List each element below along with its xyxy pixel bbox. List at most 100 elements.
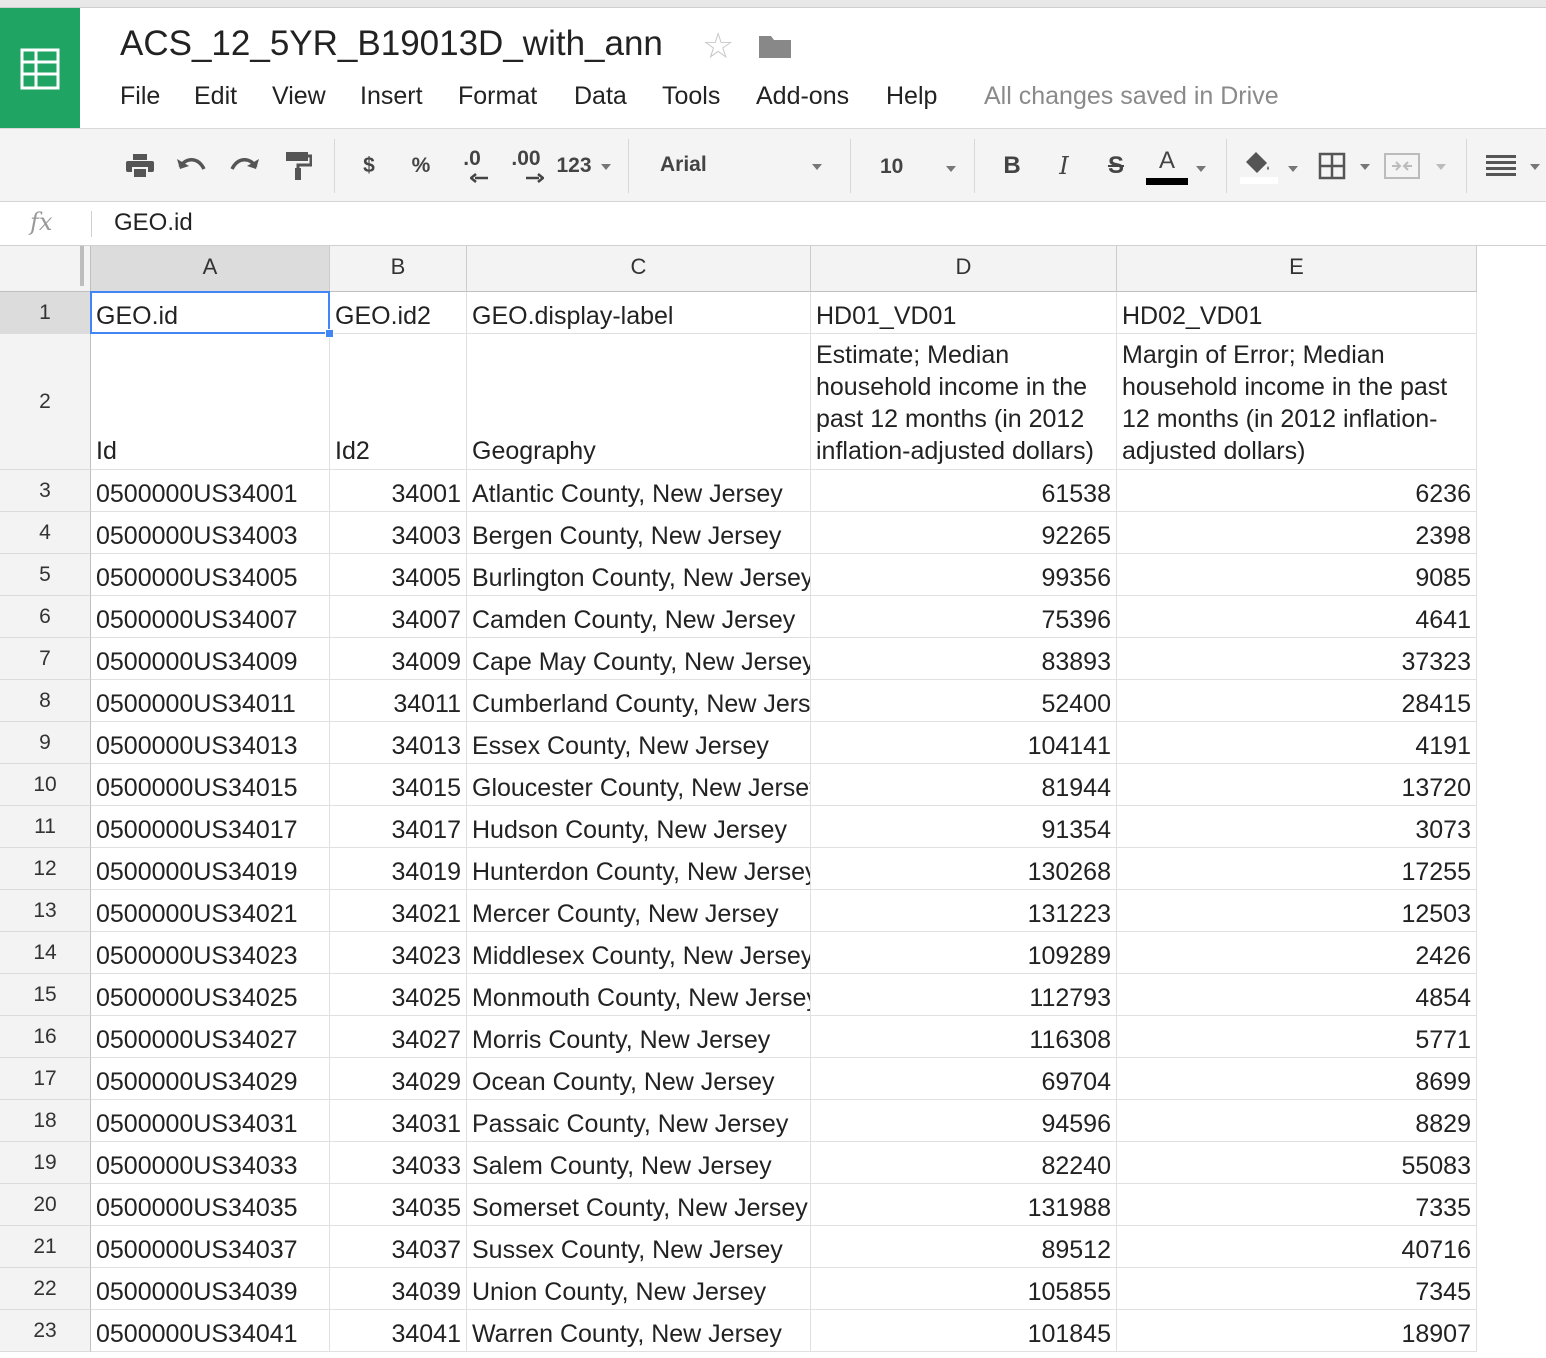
cell-c13[interactable]: Mercer County, New Jersey [467, 890, 811, 932]
cell-b20[interactable]: 34035 [330, 1184, 467, 1226]
cell-a7[interactable]: 0500000US34009 [91, 638, 330, 680]
row-header[interactable]: 6 [0, 596, 91, 638]
borders-button[interactable] [1316, 147, 1348, 185]
cell-c19[interactable]: Salem County, New Jersey [467, 1142, 811, 1184]
decrease-decimal-button[interactable]: .0 [452, 147, 492, 185]
cell-a23[interactable]: 0500000US34041 [91, 1310, 330, 1352]
cell-b9[interactable]: 34013 [330, 722, 467, 764]
bold-button[interactable]: B [996, 147, 1028, 185]
cell-b7[interactable]: 34009 [330, 638, 467, 680]
cell-c22[interactable]: Union County, New Jersey [467, 1268, 811, 1310]
cell-d20[interactable]: 131988 [811, 1184, 1117, 1226]
menu-format[interactable]: Format [458, 82, 537, 111]
select-all-corner[interactable] [0, 246, 91, 292]
menu-help[interactable]: Help [886, 82, 937, 111]
cell-b13[interactable]: 34021 [330, 890, 467, 932]
cell-d8[interactable]: 52400 [811, 680, 1117, 722]
cell-e16[interactable]: 5771 [1117, 1016, 1477, 1058]
cell-d21[interactable]: 89512 [811, 1226, 1117, 1268]
folder-icon[interactable] [758, 33, 792, 64]
cell-e7[interactable]: 37323 [1117, 638, 1477, 680]
cell-a9[interactable]: 0500000US34013 [91, 722, 330, 764]
cell-c17[interactable]: Ocean County, New Jersey [467, 1058, 811, 1100]
cell-d5[interactable]: 99356 [811, 554, 1117, 596]
row-header[interactable]: 11 [0, 806, 91, 848]
cell-e8[interactable]: 28415 [1117, 680, 1477, 722]
column-header-e[interactable]: E [1117, 246, 1477, 292]
cell-e4[interactable]: 2398 [1117, 512, 1477, 554]
fill-color-button[interactable] [1238, 147, 1280, 185]
print-button[interactable] [120, 147, 160, 185]
cell-e23[interactable]: 18907 [1117, 1310, 1477, 1352]
cell-e10[interactable]: 13720 [1117, 764, 1477, 806]
column-header-d[interactable]: D [811, 246, 1117, 292]
row-header[interactable]: 22 [0, 1268, 91, 1310]
cell-e6[interactable]: 4641 [1117, 596, 1477, 638]
cell-b12[interactable]: 34019 [330, 848, 467, 890]
strikethrough-button[interactable]: S [1100, 147, 1132, 185]
cell-a13[interactable]: 0500000US34021 [91, 890, 330, 932]
menu-insert[interactable]: Insert [360, 82, 423, 111]
star-icon[interactable]: ☆ [702, 28, 734, 64]
cell-c12[interactable]: Hunterdon County, New Jersey [467, 848, 811, 890]
cell-c8[interactable]: Cumberland County, New Jersey [467, 680, 811, 722]
cell-a4[interactable]: 0500000US34003 [91, 512, 330, 554]
row-header[interactable]: 15 [0, 974, 91, 1016]
cell-a5[interactable]: 0500000US34005 [91, 554, 330, 596]
horizontal-align-button[interactable] [1484, 147, 1518, 185]
cell-b14[interactable]: 34023 [330, 932, 467, 974]
font-size-select[interactable]: 10 [880, 155, 903, 179]
cell-c18[interactable]: Passaic County, New Jersey [467, 1100, 811, 1142]
cell-d19[interactable]: 82240 [811, 1142, 1117, 1184]
cell-e12[interactable]: 17255 [1117, 848, 1477, 890]
cell-e22[interactable]: 7345 [1117, 1268, 1477, 1310]
cell-b3[interactable]: 34001 [330, 470, 467, 512]
cell-d13[interactable]: 131223 [811, 890, 1117, 932]
cell-c2[interactable]: Geography [467, 334, 811, 470]
cell-a3[interactable]: 0500000US34001 [91, 470, 330, 512]
cell-b19[interactable]: 34033 [330, 1142, 467, 1184]
row-header[interactable]: 21 [0, 1226, 91, 1268]
cell-a12[interactable]: 0500000US34019 [91, 848, 330, 890]
cell-d9[interactable]: 104141 [811, 722, 1117, 764]
cell-d18[interactable]: 94596 [811, 1100, 1117, 1142]
cell-d10[interactable]: 81944 [811, 764, 1117, 806]
cell-c16[interactable]: Morris County, New Jersey [467, 1016, 811, 1058]
font-family-select[interactable]: Arial [660, 153, 707, 177]
cell-a19[interactable]: 0500000US34033 [91, 1142, 330, 1184]
currency-format-button[interactable]: $ [352, 147, 386, 185]
row-header[interactable]: 9 [0, 722, 91, 764]
cell-c7[interactable]: Cape May County, New Jersey [467, 638, 811, 680]
menu-data[interactable]: Data [574, 82, 627, 111]
cell-a10[interactable]: 0500000US34015 [91, 764, 330, 806]
menu-view[interactable]: View [272, 82, 326, 111]
cell-b10[interactable]: 34015 [330, 764, 467, 806]
menu-edit[interactable]: Edit [194, 82, 237, 111]
menu-addons[interactable]: Add-ons [756, 82, 849, 111]
row-header[interactable]: 18 [0, 1100, 91, 1142]
cell-b8[interactable]: 34011 [330, 680, 467, 722]
cell-d22[interactable]: 105855 [811, 1268, 1117, 1310]
cell-c15[interactable]: Monmouth County, New Jersey [467, 974, 811, 1016]
italic-button[interactable]: I [1048, 147, 1080, 185]
undo-button[interactable] [172, 147, 212, 185]
row-header[interactable]: 4 [0, 512, 91, 554]
cell-d4[interactable]: 92265 [811, 512, 1117, 554]
cell-d14[interactable]: 109289 [811, 932, 1117, 974]
cell-c4[interactable]: Bergen County, New Jersey [467, 512, 811, 554]
cell-b11[interactable]: 34017 [330, 806, 467, 848]
cell-c14[interactable]: Middlesex County, New Jersey [467, 932, 811, 974]
document-title[interactable]: ACS_12_5YR_B19013D_with_ann [120, 24, 663, 64]
cell-b21[interactable]: 34037 [330, 1226, 467, 1268]
percent-format-button[interactable]: % [404, 147, 438, 185]
cell-b23[interactable]: 34041 [330, 1310, 467, 1352]
cell-a18[interactable]: 0500000US34031 [91, 1100, 330, 1142]
cell-a21[interactable]: 0500000US34037 [91, 1226, 330, 1268]
column-header-c[interactable]: C [467, 246, 811, 292]
row-header[interactable]: 17 [0, 1058, 91, 1100]
cell-a14[interactable]: 0500000US34023 [91, 932, 330, 974]
cell-e2[interactable]: Margin of Error; Median household income… [1117, 334, 1477, 470]
cell-e3[interactable]: 6236 [1117, 470, 1477, 512]
row-header[interactable]: 10 [0, 764, 91, 806]
row-header[interactable]: 12 [0, 848, 91, 890]
